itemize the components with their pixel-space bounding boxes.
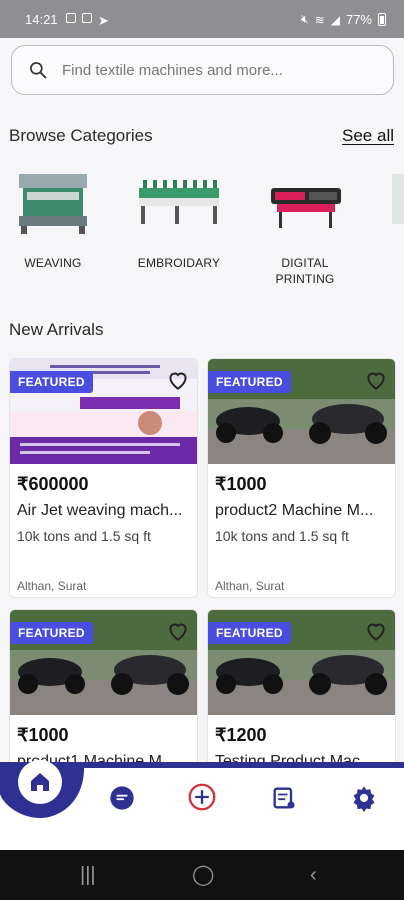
mute-icon: 🔇︎ xyxy=(301,12,309,26)
featured-badge: FEATURED xyxy=(208,622,291,644)
bottom-nav xyxy=(0,760,404,850)
search-input[interactable]: Find textile machines and more... xyxy=(11,45,394,95)
featured-badge: FEATURED xyxy=(208,371,291,393)
product-price: ₹1000 xyxy=(215,474,267,494)
heart-icon[interactable] xyxy=(165,367,191,393)
embroidery-machine-icon xyxy=(139,180,219,224)
product-price: ₹1200 xyxy=(215,725,267,745)
category-label: WEAVING xyxy=(24,256,82,270)
system-nav-bar: ||| ◯ ‹ xyxy=(0,850,404,900)
add-icon[interactable] xyxy=(188,783,216,811)
new-arrivals-title: New Arrivals xyxy=(9,320,104,339)
product-card[interactable]: FEATURED ₹1000 product2 Machine M... 10k… xyxy=(207,358,396,598)
product-price: ₹600000 xyxy=(17,474,89,494)
product-price: ₹1000 xyxy=(17,725,69,745)
heart-icon[interactable] xyxy=(165,618,191,644)
telegram-icon: ➤ xyxy=(98,13,109,28)
listing-icon[interactable] xyxy=(270,784,298,812)
signal-icon: ◢ xyxy=(330,12,340,27)
back-icon[interactable]: ‹ xyxy=(310,864,317,887)
category-digital-printing[interactable]: DIGITAL PRINTING xyxy=(250,166,360,287)
featured-badge: FEATURED xyxy=(10,371,93,393)
heart-icon[interactable] xyxy=(363,367,389,393)
see-all-link[interactable]: See all xyxy=(342,126,394,146)
category-embroidary[interactable]: EMBROIDARY xyxy=(124,166,234,271)
product-name: Air Jet weaving mach... xyxy=(17,502,183,519)
search-icon xyxy=(30,62,47,79)
category-weaving[interactable]: WEAVING xyxy=(0,166,108,271)
weaving-machine-icon xyxy=(19,174,87,234)
featured-badge: FEATURED xyxy=(10,622,93,644)
category-label: EMBROIDARY xyxy=(137,256,221,270)
recent-apps-icon[interactable]: ||| xyxy=(80,864,96,887)
product-desc: 10k tons and 1.5 sq ft xyxy=(17,528,151,544)
heart-icon[interactable] xyxy=(363,618,389,644)
category-partial-next xyxy=(392,174,404,224)
status-bar: 14:21 ➤ 🔇︎ ≋ ◢ 77% xyxy=(0,0,404,38)
category-label: DIGITAL PRINTING xyxy=(275,256,335,286)
browse-categories-title: Browse Categories xyxy=(9,126,153,145)
status-right: 🔇︎ ≋ ◢ 77% xyxy=(301,12,386,27)
product-location: Althan, Surat xyxy=(17,579,87,593)
battery-icon xyxy=(378,13,386,26)
home-button-icon[interactable]: ◯ xyxy=(192,862,214,887)
battery-percent: 77% xyxy=(345,12,372,27)
status-time: 14:21 xyxy=(25,12,58,27)
product-desc: 10k tons and 1.5 sq ft xyxy=(215,528,349,544)
digital-printer-icon xyxy=(271,188,341,228)
notification-icons: ➤ xyxy=(66,13,109,28)
nav-home[interactable] xyxy=(18,760,62,804)
product-location: Althan, Surat xyxy=(215,579,285,593)
wifi-icon: ≋ xyxy=(314,12,325,27)
gallery-icon xyxy=(66,13,76,23)
product-name: product2 Machine M... xyxy=(215,502,374,519)
search-placeholder: Find textile machines and more... xyxy=(62,62,283,79)
chat-icon[interactable] xyxy=(108,784,136,812)
settings-icon[interactable] xyxy=(350,784,378,812)
home-icon xyxy=(31,773,49,791)
image-icon xyxy=(82,13,92,23)
product-card[interactable]: FEATURED ₹600000 Air Jet weaving mach...… xyxy=(9,358,198,598)
